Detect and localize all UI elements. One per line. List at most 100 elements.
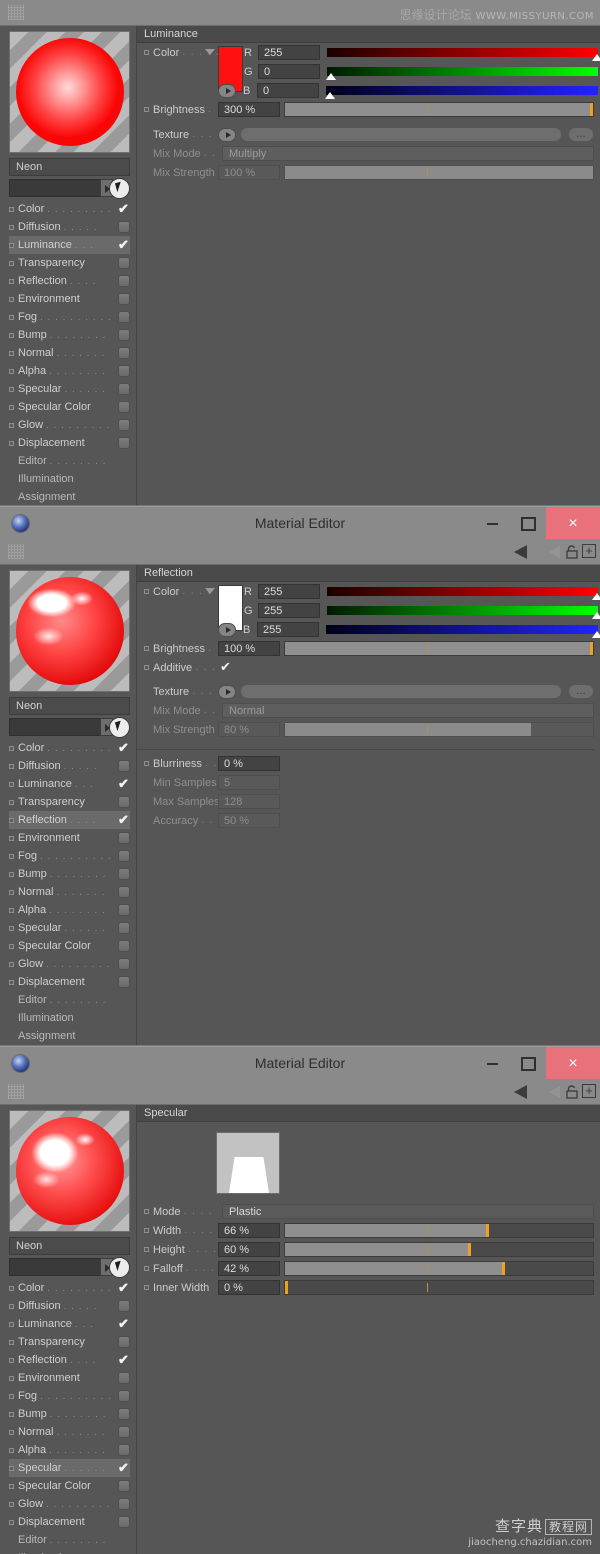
height-slider-3[interactable] [284,1242,594,1257]
channel-checkbox-checked[interactable]: ✔ [117,1353,130,1366]
g-input-2[interactable]: 255 [258,603,320,618]
channel-dot-icon[interactable] [9,242,14,248]
channel-item-bump[interactable]: Bump. . . . . . . . [9,326,130,344]
channel-checkbox[interactable] [118,365,130,377]
channel-dot-icon[interactable] [9,943,14,949]
b-slider-1[interactable] [325,86,598,99]
texture-arrow-button-1[interactable] [218,127,236,142]
param-dot-icon[interactable] [144,50,149,55]
channel-item-luminance[interactable]: Luminance. . . ✔ [9,1315,130,1333]
add-icon[interactable]: + [582,1084,596,1098]
param-dot-icon[interactable] [144,1209,149,1214]
channel-dot-icon[interactable] [9,296,14,302]
grip-icon[interactable] [8,544,24,559]
material-preview-2[interactable] [9,570,130,692]
texture-input-1[interactable] [240,127,562,142]
param-dot-icon[interactable] [144,589,149,594]
brightness-input-1[interactable]: 300 % [218,102,280,117]
minimize-button-3[interactable] [474,1047,510,1080]
param-dot-icon[interactable] [144,1228,149,1233]
channel-dot-icon[interactable] [9,961,14,967]
channel-item-reflection[interactable]: Reflection. . . . ✔ [9,811,130,829]
channel-dot-icon[interactable] [9,1339,14,1345]
channel-dot-icon[interactable] [9,925,14,931]
channel-checkbox[interactable] [118,1498,130,1510]
material-name-field-2[interactable]: Neon [9,697,130,715]
channel-item-glow[interactable]: Glow. . . . . . . . . [9,416,130,434]
g-slider-1[interactable] [326,67,598,80]
channel-item-editor[interactable]: Editor. . . . . . . . [9,452,130,470]
texture-arrow-button-2[interactable] [218,684,236,699]
channel-checkbox[interactable] [118,904,130,916]
channel-item-color[interactable]: Color. . . . . . . . . ✔ [9,1279,130,1297]
channel-dot-icon[interactable] [9,799,14,805]
channel-checkbox[interactable] [118,1426,130,1438]
channel-dot-icon[interactable] [9,314,14,320]
maximize-button-3[interactable] [510,1047,546,1080]
r-input-1[interactable]: 255 [258,45,320,60]
back-arrow-icon[interactable] [514,1085,527,1099]
channel-item-fog[interactable]: Fog. . . . . . . . . . [9,308,130,326]
r-slider-2[interactable] [327,587,600,600]
channel-dot-icon[interactable] [9,278,14,284]
channel-item-illumination[interactable]: Illumination [9,470,130,488]
channel-dot-icon[interactable] [9,745,14,751]
channel-item-diffusion[interactable]: Diffusion. . . . . [9,1297,130,1315]
material-name-field-1[interactable]: Neon [9,158,130,176]
grip-icon[interactable] [8,1084,24,1099]
channel-dot-icon[interactable] [9,853,14,859]
innerwidth-slider-3[interactable] [284,1280,594,1295]
channel-dot-icon[interactable] [9,1285,14,1291]
channel-item-normal[interactable]: Normal. . . . . . . [9,1423,130,1441]
channel-item-assignment[interactable]: Assignment [9,488,130,505]
channel-item-alpha[interactable]: Alpha. . . . . . . . [9,901,130,919]
additive-checkbox-2[interactable]: ✔ [220,660,231,675]
b-input-2[interactable]: 255 [257,622,319,637]
minimize-button-2[interactable] [474,507,510,540]
close-button-2[interactable]: × [546,507,600,540]
lock-icon[interactable] [566,544,578,559]
b-slider-2[interactable] [326,625,600,638]
channel-item-specular-color[interactable]: Specular Color [9,1477,130,1495]
channel-checkbox[interactable] [118,832,130,844]
channel-dot-icon[interactable] [9,368,14,374]
color-expand-caret-icon[interactable] [205,588,215,594]
channel-checkbox-checked[interactable]: ✔ [117,1281,130,1294]
titlebar-3[interactable]: Material Editor × [0,1046,600,1080]
channel-dot-icon[interactable] [9,871,14,877]
channel-checkbox-checked[interactable]: ✔ [117,238,130,251]
channel-checkbox[interactable] [118,437,130,449]
channel-dot-icon[interactable] [9,1357,14,1363]
channel-dot-icon[interactable] [9,1393,14,1399]
channel-dot-icon[interactable] [9,979,14,985]
channel-dot-icon[interactable] [9,781,14,787]
mixstrength-input-2[interactable]: 80 % [218,722,280,737]
channel-item-displacement[interactable]: Displacement [9,1513,130,1531]
channel-checkbox[interactable] [118,311,130,323]
channel-item-glow[interactable]: Glow. . . . . . . . . [9,1495,130,1513]
channel-checkbox[interactable] [118,221,130,233]
mixstrength-slider-1[interactable] [284,165,594,180]
param-dot-icon[interactable] [144,646,149,651]
channel-item-specular-color[interactable]: Specular Color [9,937,130,955]
search-input-1[interactable] [9,179,101,197]
channel-dot-icon[interactable] [9,260,14,266]
channel-dot-icon[interactable] [9,224,14,230]
channel-item-transparency[interactable]: Transparency [9,1333,130,1351]
channel-dot-icon[interactable] [9,350,14,356]
channel-dot-icon[interactable] [9,404,14,410]
channel-dot-icon[interactable] [9,1303,14,1309]
channel-item-normal[interactable]: Normal. . . . . . . [9,883,130,901]
channel-checkbox[interactable] [118,1372,130,1384]
channel-item-bump[interactable]: Bump. . . . . . . . [9,865,130,883]
channel-item-fog[interactable]: Fog. . . . . . . . . . [9,847,130,865]
lock-icon[interactable] [566,1084,578,1099]
back-arrow-icon[interactable] [514,545,527,559]
add-icon[interactable]: + [582,544,596,558]
channel-checkbox[interactable] [118,1444,130,1456]
titlebar-2[interactable]: Material Editor × [0,506,600,540]
channel-item-diffusion[interactable]: Diffusion. . . . . [9,218,130,236]
channel-checkbox[interactable] [118,401,130,413]
close-button-3[interactable]: × [546,1047,600,1080]
channel-dot-icon[interactable] [9,1411,14,1417]
